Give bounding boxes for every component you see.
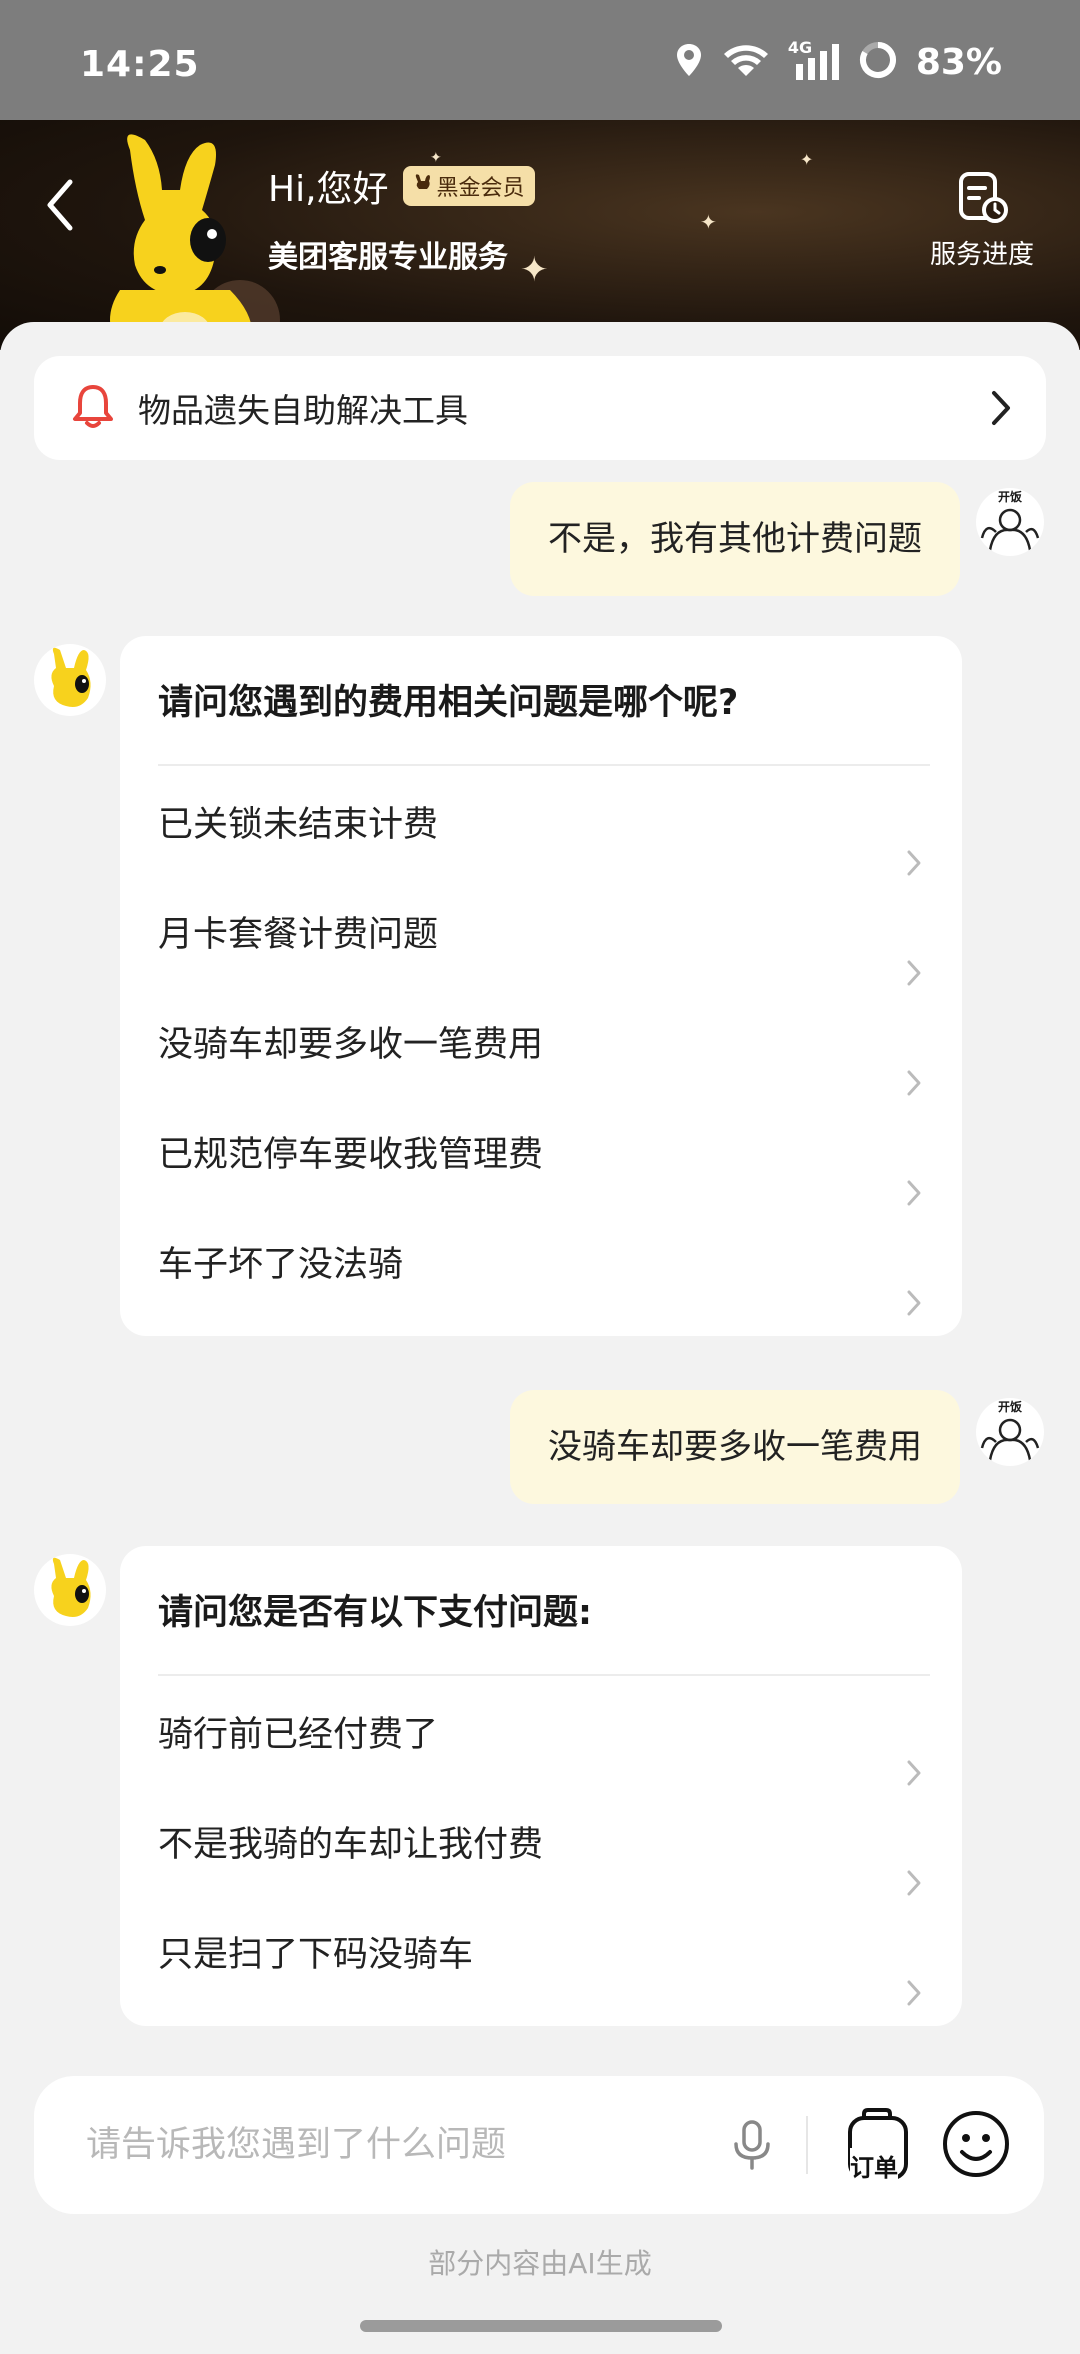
option-label: 已关锁未结束计费 xyxy=(158,805,439,845)
bot-avatar xyxy=(34,1554,106,1626)
header-subtitle: 美团客服专业服务 xyxy=(268,240,508,275)
option-item[interactable]: 车子坏了没法骑 xyxy=(120,1210,962,1320)
back-button[interactable] xyxy=(40,170,80,240)
status-bar: 14:25 4G 83% xyxy=(0,0,1080,120)
option-label: 没骑车却要多收一笔费用 xyxy=(158,1025,544,1065)
option-label: 只是扫了下码没骑车 xyxy=(158,1935,474,1975)
option-item[interactable]: 不是我骑的车却让我付费 xyxy=(120,1790,962,1900)
chevron-left-icon xyxy=(47,179,73,231)
chevron-right-icon xyxy=(906,1941,922,2051)
emoji-icon[interactable] xyxy=(940,2108,1012,2184)
user-message: 没骑车却要多收一笔费用 xyxy=(510,1390,960,1504)
user-avatar-text: 开饭 xyxy=(998,490,1023,504)
greeting-text: Hi,您好 xyxy=(268,169,389,210)
option-item[interactable]: 只是扫了下码没骑车 xyxy=(120,1900,962,2010)
vip-badge-label: 黑金会员 xyxy=(436,176,525,201)
bot-question-title: 请问您遇到的费用相关问题是哪个呢? xyxy=(158,683,739,723)
chat-header: ✦ ✦ ✦ ✦ Hi,您好 黑金会员 美团客服专业服务 服务进度 xyxy=(0,120,1080,350)
user-avatar-text: 开饭 xyxy=(998,1400,1023,1414)
tool-banner-label: 物品遗失自助解决工具 xyxy=(138,391,468,430)
sparkle-icon: ✦ xyxy=(700,210,717,234)
divider xyxy=(806,2116,808,2174)
home-indicator[interactable] xyxy=(360,2320,722,2332)
option-label: 不是我骑的车却让我付费 xyxy=(158,1825,544,1865)
bell-icon xyxy=(72,383,114,433)
order-button[interactable]: 订单 xyxy=(842,2106,922,2186)
location-icon xyxy=(674,42,704,82)
chevron-right-icon xyxy=(990,390,1012,430)
signal-icon: 4G xyxy=(788,38,840,82)
option-label: 骑行前已经付费了 xyxy=(158,1715,439,1755)
option-label: 月卡套餐计费问题 xyxy=(158,915,439,955)
user-avatar[interactable]: 开饭 xyxy=(976,488,1044,556)
document-clock-icon xyxy=(953,172,1011,230)
kangaroo-mascot xyxy=(90,130,280,350)
service-progress-button[interactable]: 服务进度 xyxy=(922,170,1042,271)
message-input[interactable] xyxy=(84,2114,728,2176)
user-avatar[interactable]: 开饭 xyxy=(976,1398,1044,1466)
service-progress-label: 服务进度 xyxy=(929,240,1034,270)
option-label: 车子坏了没法骑 xyxy=(158,1245,404,1285)
bot-question-title: 请问您是否有以下支付问题: xyxy=(158,1593,592,1633)
kangaroo-icon xyxy=(413,173,433,199)
wifi-icon xyxy=(722,42,770,82)
microphone-icon[interactable] xyxy=(730,2118,774,2176)
order-label: 订单 xyxy=(850,2148,898,2183)
option-item[interactable]: 已规范停车要收我管理费 xyxy=(120,1100,962,1210)
sparkle-icon: ✦ xyxy=(800,150,814,169)
chat-area: 物品遗失自助解决工具 不是，我有其他计费问题 开饭 请问您遇到的费用相关问题是哪… xyxy=(0,322,1080,2354)
vip-badge: 黑金会员 xyxy=(402,166,535,206)
bot-avatar xyxy=(34,644,106,716)
sparkle-icon: ✦ xyxy=(520,250,549,290)
message-input-bar: 订单 xyxy=(34,2076,1044,2214)
option-item[interactable]: 骑行前已经付费了 xyxy=(120,1680,962,1790)
chevron-right-icon xyxy=(906,1251,922,1361)
bot-question-card: 请问您是否有以下支付问题: 骑行前已经付费了 不是我骑的车却让我付费 只是扫了下… xyxy=(120,1546,962,2026)
user-message: 不是，我有其他计费问题 xyxy=(510,482,960,596)
ai-generated-note: 部分内容由AI生成 xyxy=(428,2247,652,2280)
bot-question-card: 请问您遇到的费用相关问题是哪个呢? 已关锁未结束计费 月卡套餐计费问题 没骑车却… xyxy=(120,636,962,1336)
status-icons: 4G 83% xyxy=(674,38,1002,84)
greeting: Hi,您好 黑金会员 xyxy=(268,160,535,212)
option-item[interactable]: 月卡套餐计费问题 xyxy=(120,880,962,990)
battery-ring-icon xyxy=(858,40,898,84)
lost-item-tool-banner[interactable]: 物品遗失自助解决工具 xyxy=(34,356,1046,460)
option-item[interactable]: 已关锁未结束计费 xyxy=(120,770,962,880)
option-item[interactable]: 没骑车却要多收一笔费用 xyxy=(120,990,962,1100)
status-time: 14:25 xyxy=(80,44,200,85)
option-label: 已规范停车要收我管理费 xyxy=(158,1135,544,1175)
battery-percent: 83% xyxy=(915,41,1002,83)
